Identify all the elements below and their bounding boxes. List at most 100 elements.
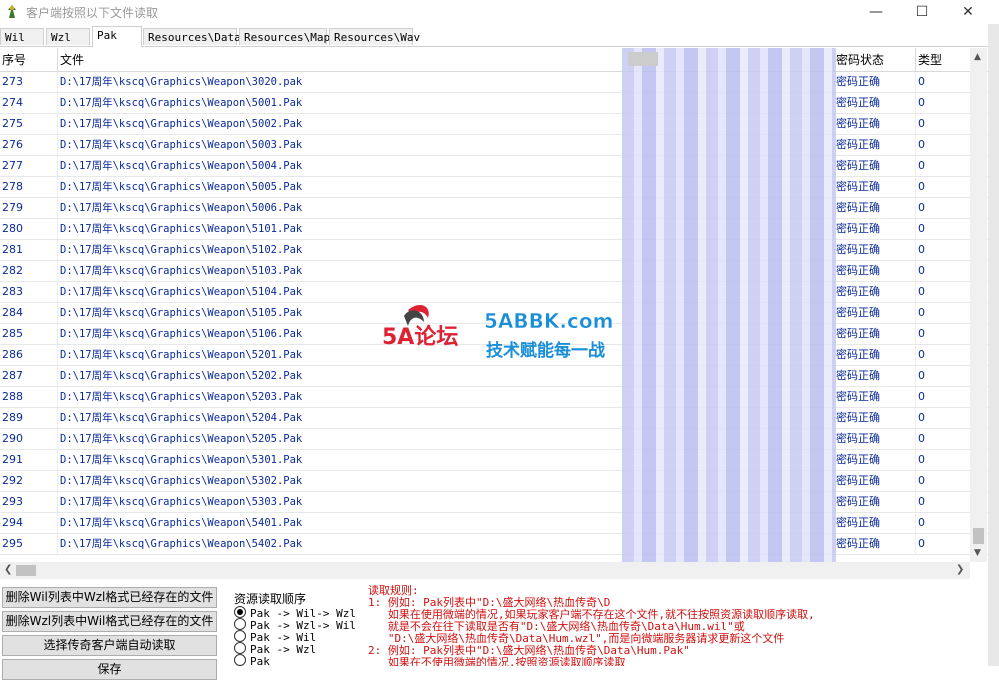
tab-resources-wav[interactable]: Resources\Wav [329, 28, 420, 45]
tab-pak[interactable]: Pak [92, 26, 142, 47]
read-rules-text: 读取规则: 1: 例如: Pak列表中"D:\盛大网络\热血传奇\D 如果在使用… [368, 585, 988, 666]
radio-circle-icon[interactable] [234, 630, 246, 642]
table-row[interactable]: 292 D:\17周年\kscq\Graphics\Weapon\5302.Pak… [0, 471, 988, 492]
cell-type: 0 [916, 366, 976, 386]
table-row[interactable]: 273 D:\17周年\kscq\Graphics\Weapon\3020.pak… [0, 72, 988, 93]
save-button[interactable]: 保存 [2, 659, 217, 680]
table-row[interactable]: 294 D:\17周年\kscq\Graphics\Weapon\5401.Pak… [0, 513, 988, 534]
cell-index: 289 [0, 408, 58, 428]
scroll-right-icon[interactable]: ❯ [956, 564, 964, 575]
cell-password-status: 密码正确 [834, 219, 916, 239]
column-header-type[interactable]: 类型 [916, 48, 976, 71]
cell-password-status: 密码正确 [834, 282, 916, 302]
window-edge [988, 24, 999, 666]
delete-wzl-duplicates-button[interactable]: 删除Wzl列表中Wil格式已经存在的文件 [2, 611, 217, 632]
cell-file-path: D:\17周年\kscq\Graphics\Weapon\5205.Pak [58, 429, 630, 449]
read-order-radio[interactable]: Pak [234, 654, 270, 668]
maximize-button[interactable]: ☐ [899, 0, 945, 24]
table-row[interactable]: 274 D:\17周年\kscq\Graphics\Weapon\5001.Pak… [0, 93, 988, 114]
app-icon [8, 5, 16, 18]
tab-resources-map[interactable]: Resources\Map [239, 28, 330, 45]
cell-type: 0 [916, 429, 976, 449]
cell-index: 276 [0, 135, 58, 155]
cell-file-path: D:\17周年\kscq\Graphics\Weapon\5302.Pak [58, 471, 630, 491]
cell-password-status: 密码正确 [834, 513, 916, 533]
radio-circle-icon[interactable] [234, 654, 246, 666]
cell-type: 0 [916, 219, 976, 239]
cell-index: 273 [0, 72, 58, 92]
tab-divider [0, 46, 999, 47]
cell-type: 0 [916, 135, 976, 155]
scroll-up-icon[interactable]: ▲ [974, 52, 981, 62]
cell-type: 0 [916, 408, 976, 428]
cell-index: 288 [0, 387, 58, 407]
auto-read-client-button[interactable]: 选择传奇客户端自动读取 [2, 635, 217, 656]
vertical-scroll-thumb[interactable] [973, 528, 984, 544]
radio-circle-icon[interactable] [234, 606, 246, 618]
title-bar: 客户端按照以下文件读取 — ☐ ✕ [0, 0, 999, 24]
column-header-file[interactable]: 文件 [58, 48, 630, 71]
table-row[interactable]: 291 D:\17周年\kscq\Graphics\Weapon\5301.Pak… [0, 450, 988, 471]
table-row[interactable]: 280 D:\17周年\kscq\Graphics\Weapon\5101.Pak… [0, 219, 988, 240]
cell-password-status: 密码正确 [834, 72, 916, 92]
radio-circle-icon[interactable] [234, 618, 246, 630]
cell-index: 282 [0, 261, 58, 281]
redacted-header [628, 52, 658, 66]
horizontal-scrollbar[interactable]: ❮ ❯ [0, 562, 970, 579]
cell-type: 0 [916, 114, 976, 134]
cell-file-path: D:\17周年\kscq\Graphics\Weapon\5203.Pak [58, 387, 630, 407]
cell-file-path: D:\17周年\kscq\Graphics\Weapon\5204.Pak [58, 408, 630, 428]
table-row[interactable]: 282 D:\17周年\kscq\Graphics\Weapon\5103.Pak… [0, 261, 988, 282]
tab-wzl[interactable]: Wzl [46, 28, 90, 45]
table-row[interactable]: 281 D:\17周年\kscq\Graphics\Weapon\5102.Pak… [0, 240, 988, 261]
cell-index: 293 [0, 492, 58, 512]
column-header-password-status[interactable]: 密码状态 [834, 48, 916, 71]
table-row[interactable]: 276 D:\17周年\kscq\Graphics\Weapon\5003.Pak… [0, 135, 988, 156]
cell-file-path: D:\17周年\kscq\Graphics\Weapon\5003.Pak [58, 135, 630, 155]
cell-index: 279 [0, 198, 58, 218]
vertical-scrollbar[interactable]: ▲ ▼ [970, 48, 987, 562]
cell-index: 287 [0, 366, 58, 386]
cell-type: 0 [916, 303, 976, 323]
cell-type: 0 [916, 450, 976, 470]
cell-password-status: 密码正确 [834, 114, 916, 134]
cell-file-path: D:\17周年\kscq\Graphics\Weapon\3020.pak [58, 72, 630, 92]
tab-resources-data[interactable]: Resources\Data [143, 28, 241, 45]
delete-wil-duplicates-button[interactable]: 删除Wil列表中Wzl格式已经存在的文件 [2, 587, 217, 608]
cell-file-path: D:\17周年\kscq\Graphics\Weapon\5005.Pak [58, 177, 630, 197]
cell-password-status: 密码正确 [834, 534, 916, 554]
column-header-index[interactable]: 序号 [0, 48, 58, 71]
read-order-title: 资源读取顺序 [234, 592, 307, 606]
cell-index: 275 [0, 114, 58, 134]
cell-password-status: 密码正确 [834, 261, 916, 281]
tab-wil[interactable]: Wil [0, 28, 44, 45]
cell-type: 0 [916, 177, 976, 197]
horizontal-scroll-thumb[interactable] [16, 565, 36, 576]
table-row[interactable]: 277 D:\17周年\kscq\Graphics\Weapon\5004.Pak… [0, 156, 988, 177]
cell-index: 277 [0, 156, 58, 176]
cell-password-status: 密码正确 [834, 366, 916, 386]
table-row[interactable]: 289 D:\17周年\kscq\Graphics\Weapon\5204.Pak… [0, 408, 988, 429]
cell-type: 0 [916, 387, 976, 407]
rule-line: 如果在不使用微端的情况,按照资源读取顺序读取 [368, 656, 626, 667]
cell-type: 0 [916, 513, 976, 533]
minimize-button[interactable]: — [853, 0, 899, 24]
cell-type: 0 [916, 324, 976, 344]
table-row[interactable]: 279 D:\17周年\kscq\Graphics\Weapon\5006.Pak… [0, 198, 988, 219]
scroll-left-icon[interactable]: ❮ [4, 564, 12, 575]
scroll-down-icon[interactable]: ▼ [974, 548, 981, 558]
table-row[interactable]: 288 D:\17周年\kscq\Graphics\Weapon\5203.Pak… [0, 387, 988, 408]
table-row[interactable]: 290 D:\17周年\kscq\Graphics\Weapon\5205.Pak… [0, 429, 988, 450]
table-row[interactable]: 278 D:\17周年\kscq\Graphics\Weapon\5005.Pak… [0, 177, 988, 198]
table-row[interactable]: 275 D:\17周年\kscq\Graphics\Weapon\5002.Pak… [0, 114, 988, 135]
cell-index: 281 [0, 240, 58, 260]
radio-circle-icon[interactable] [234, 642, 246, 654]
cell-file-path: D:\17周年\kscq\Graphics\Weapon\5103.Pak [58, 261, 630, 281]
table-row[interactable]: 295 D:\17周年\kscq\Graphics\Weapon\5402.Pak… [0, 534, 988, 555]
cell-password-status: 密码正确 [834, 471, 916, 491]
table-row[interactable]: 293 D:\17周年\kscq\Graphics\Weapon\5303.Pak… [0, 492, 988, 513]
cell-index: 283 [0, 282, 58, 302]
close-button[interactable]: ✕ [945, 0, 991, 24]
cell-index: 274 [0, 93, 58, 113]
cell-index: 278 [0, 177, 58, 197]
